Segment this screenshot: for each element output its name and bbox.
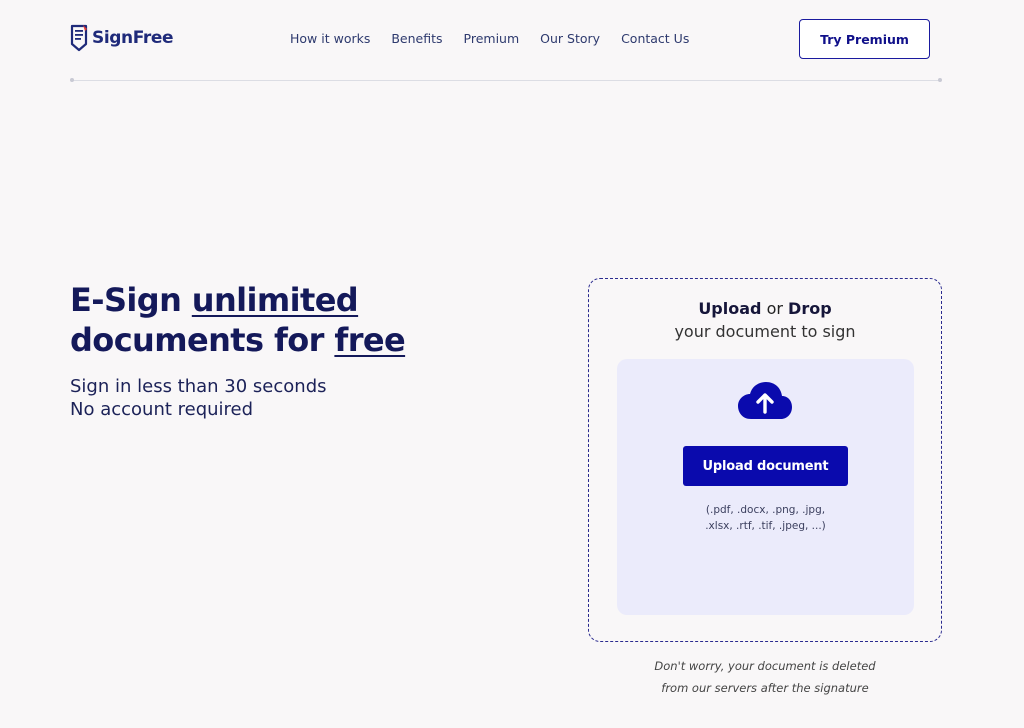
nav-how-it-works[interactable]: How it works bbox=[290, 31, 370, 46]
brand-name: SignFree bbox=[92, 28, 174, 48]
upload-heading-drop: Drop bbox=[788, 299, 832, 318]
hero-title-text: E-Sign bbox=[70, 281, 192, 319]
privacy-note-line: from our servers after the signature bbox=[661, 681, 869, 695]
page: SignFree How it works Benefits Premium O… bbox=[0, 0, 1024, 728]
try-premium-button[interactable]: Try Premium bbox=[799, 19, 930, 59]
hero-title: E-Sign unlimited documents for free bbox=[70, 280, 490, 360]
main-nav: How it works Benefits Premium Our Story … bbox=[290, 31, 710, 46]
nav-benefits[interactable]: Benefits bbox=[391, 31, 442, 46]
document-logo-icon bbox=[70, 24, 88, 52]
hero-title-highlight-unlimited: unlimited bbox=[191, 281, 359, 319]
upload-heading-subline: your document to sign bbox=[674, 322, 856, 341]
cloud-upload-icon bbox=[738, 382, 792, 419]
hero-subtitle-line: No account required bbox=[70, 399, 254, 420]
divider-dot bbox=[70, 78, 74, 82]
hero-title-highlight-free: free bbox=[334, 321, 406, 359]
upload-heading-or: or bbox=[766, 299, 783, 318]
supported-formats-line: .xlsx, .rtf, .tif, .jpeg, ...) bbox=[705, 519, 826, 532]
divider-dot bbox=[938, 78, 942, 82]
upload-heading-upload: Upload bbox=[698, 299, 762, 318]
hero-subtitle: Sign in less than 30 seconds No account … bbox=[70, 375, 470, 421]
supported-formats-line: (.pdf, .docx, .png, .jpg, bbox=[705, 504, 826, 516]
nav-contact-us[interactable]: Contact Us bbox=[621, 31, 689, 46]
header: SignFree How it works Benefits Premium O… bbox=[70, 18, 942, 62]
hero-subtitle-line: Sign in less than 30 seconds bbox=[70, 376, 327, 397]
drop-zone[interactable]: Upload document (.pdf, .docx, .png, .jpg… bbox=[617, 359, 914, 615]
hero-title-text: documents for bbox=[70, 321, 335, 359]
upload-dropzone-container[interactable]: Upload or Drop your document to sign Upl… bbox=[588, 278, 942, 642]
supported-formats: (.pdf, .docx, .png, .jpg, .xlsx, .rtf, .… bbox=[617, 503, 914, 534]
header-divider bbox=[70, 78, 942, 82]
nav-premium[interactable]: Premium bbox=[464, 31, 520, 46]
upload-document-button[interactable]: Upload document bbox=[683, 446, 848, 486]
upload-heading: Upload or Drop your document to sign bbox=[589, 297, 941, 343]
brand-logo[interactable]: SignFree bbox=[70, 24, 174, 52]
privacy-note: Don't worry, your document is deleted fr… bbox=[588, 655, 942, 699]
nav-our-story[interactable]: Our Story bbox=[540, 31, 600, 46]
privacy-note-line: Don't worry, your document is deleted bbox=[654, 659, 876, 673]
